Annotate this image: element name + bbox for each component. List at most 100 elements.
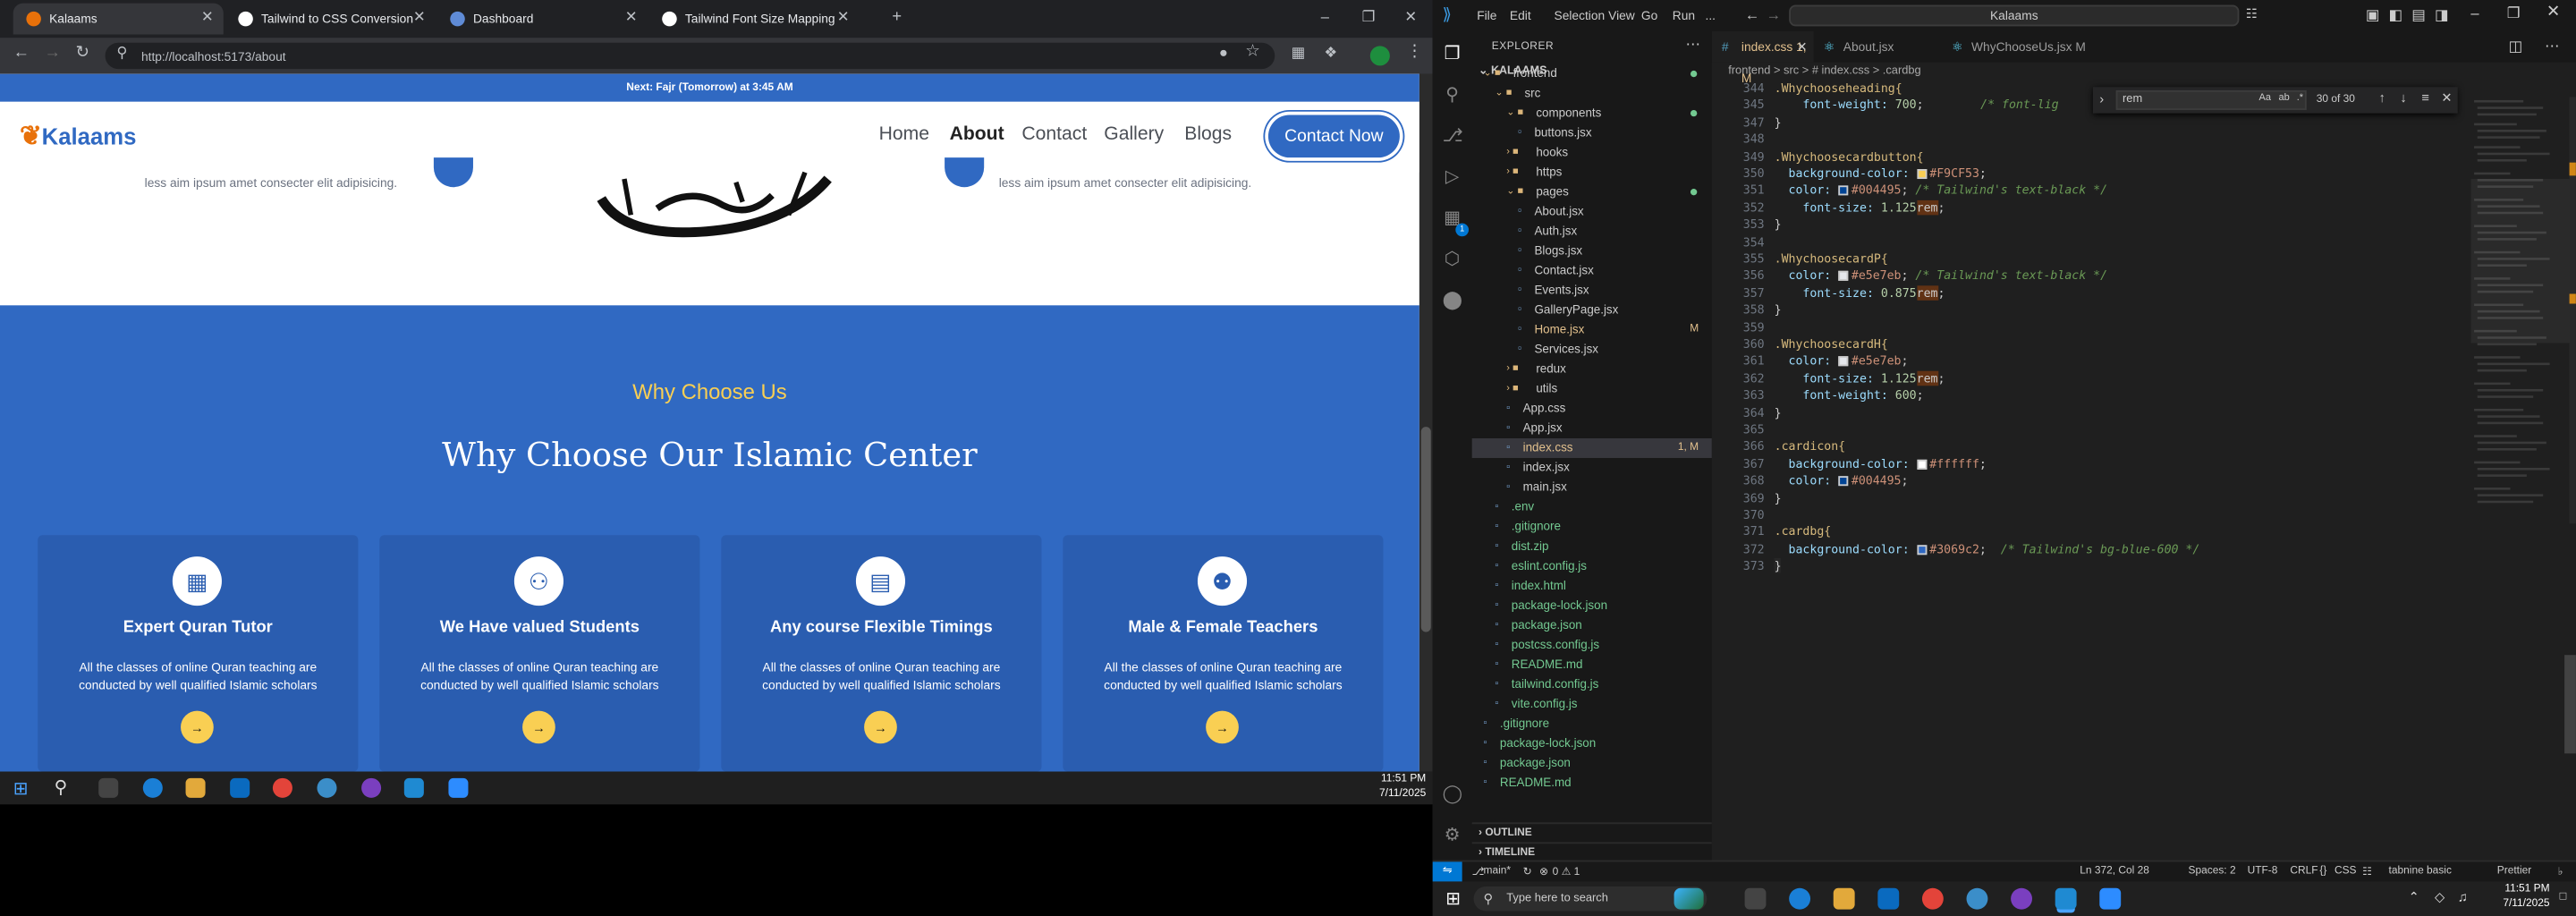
- tray-chevron-icon[interactable]: ⌃: [2409, 890, 2419, 905]
- tree-item[interactable]: ▫ App.jsx: [1472, 419, 1712, 438]
- github-icon[interactable]: [361, 777, 382, 798]
- color-swatch-icon[interactable]: [1838, 356, 1849, 367]
- taskbar-search-box[interactable]: ⚲ Type here to search: [1473, 886, 1707, 912]
- color-swatch-icon[interactable]: [1838, 271, 1849, 282]
- chrome-icon[interactable]: [1921, 887, 1944, 910]
- tree-item[interactable]: ▫ Auth.jsx: [1472, 222, 1712, 242]
- tree-item[interactable]: › ■ redux: [1472, 360, 1712, 379]
- file-explorer-icon[interactable]: [1833, 887, 1855, 910]
- tree-item[interactable]: ▫ package.json: [1472, 615, 1712, 635]
- toggle-replace-icon[interactable]: ›: [2099, 92, 2104, 107]
- notifications-bell-icon[interactable]: ♭: [2558, 865, 2563, 878]
- tree-item[interactable]: ▫ GalleryPage.jsx: [1472, 301, 1712, 320]
- tree-item[interactable]: ▫ package.json: [1472, 753, 1712, 773]
- chrome-icon[interactable]: [272, 777, 292, 798]
- edge-icon[interactable]: [1789, 887, 1811, 910]
- cursor-position[interactable]: Ln 372, Col 28: [2080, 865, 2149, 877]
- code-line[interactable]: background-color: #3069c2; /* Tailwind's…: [1775, 541, 2200, 556]
- prettier-status[interactable]: Prettier: [2497, 865, 2531, 877]
- close-icon[interactable]: ✕: [2546, 4, 2560, 21]
- menu-edit[interactable]: Edit: [1510, 8, 1531, 23]
- card-arrow-button[interactable]: →: [181, 710, 214, 744]
- tree-item[interactable]: ▫ README.md: [1472, 655, 1712, 674]
- tree-item[interactable]: ▫ App.css: [1472, 399, 1712, 419]
- browser-minimize-icon[interactable]: –: [1321, 8, 1329, 24]
- menu-run[interactable]: Run: [1673, 8, 1695, 23]
- minimap[interactable]: [2470, 97, 2576, 524]
- tree-item[interactable]: ▫ vite.config.js: [1472, 694, 1712, 714]
- sync-icon[interactable]: ↻: [1523, 865, 1532, 878]
- store-icon[interactable]: [230, 777, 250, 798]
- tree-item[interactable]: ▫ README.md: [1472, 773, 1712, 793]
- color-swatch-icon[interactable]: [1916, 459, 1927, 470]
- whole-word-icon[interactable]: ab: [2279, 94, 2290, 104]
- code-line[interactable]: color: #004495;: [1775, 473, 1909, 488]
- editor-more-icon[interactable]: ⋯: [2545, 38, 2560, 55]
- code-line[interactable]: }: [1774, 558, 1782, 573]
- menu-go[interactable]: Go: [1641, 8, 1657, 23]
- code-line[interactable]: }: [1775, 302, 1782, 318]
- toggle-sidebar-icon[interactable]: ◧: [2389, 6, 2403, 24]
- nav-contact[interactable]: Contact: [1021, 124, 1087, 144]
- tree-item[interactable]: ▫ main.jsx: [1472, 478, 1712, 497]
- previous-match-icon[interactable]: ↑: [2379, 90, 2385, 106]
- code-line[interactable]: font-weight: 700; /* font-lig: [1775, 98, 2058, 113]
- browser-tab[interactable]: Kalaams ✕: [13, 3, 224, 35]
- tree-item[interactable]: ▫ .gitignore: [1472, 517, 1712, 537]
- extensions-icon[interactable]: ❖: [1324, 45, 1337, 63]
- site-info-icon[interactable]: ⚲: [116, 45, 127, 63]
- tree-item[interactable]: ⌄ ■ components: [1472, 104, 1712, 123]
- next-match-icon[interactable]: ↓: [2400, 90, 2406, 106]
- tabnine-icon[interactable]: ⬤: [1443, 291, 1463, 310]
- tree-item[interactable]: ▫ tailwind.config.js: [1472, 674, 1712, 694]
- toggle-secondary-icon[interactable]: ◨: [2435, 6, 2449, 24]
- tree-item[interactable]: ▫ index.html: [1472, 576, 1712, 596]
- code-line[interactable]: }: [1775, 405, 1782, 420]
- tree-item[interactable]: ▫ About.jsx: [1472, 202, 1712, 222]
- find-input[interactable]: rem Aa ab .*: [2115, 89, 2307, 110]
- layout-icon[interactable]: ▣: [2366, 6, 2380, 24]
- app-icon[interactable]: [1966, 887, 1988, 910]
- page-scrollbar[interactable]: [1419, 73, 1433, 772]
- back-icon[interactable]: ←: [13, 45, 30, 63]
- forward-icon[interactable]: →: [45, 45, 61, 63]
- tree-item[interactable]: ▫ .gitignore: [1472, 714, 1712, 734]
- tree-item[interactable]: ⌄ ■ src: [1472, 84, 1712, 104]
- tab-close-icon[interactable]: ✕: [625, 8, 638, 26]
- location-icon[interactable]: ●: [1219, 45, 1228, 61]
- browser-maximize-icon[interactable]: ❐: [1362, 8, 1376, 26]
- tree-item[interactable]: › ■ hooks: [1472, 143, 1712, 163]
- remote-explorer-icon[interactable]: ⬡: [1443, 250, 1462, 269]
- tree-item[interactable]: ⌄ ■ pages: [1472, 182, 1712, 202]
- code-line[interactable]: color: #004495; /* Tailwind's text-black…: [1775, 182, 2108, 198]
- card-arrow-button[interactable]: →: [522, 710, 555, 744]
- new-tab-icon[interactable]: +: [892, 8, 902, 26]
- timeline-section[interactable]: › TIMELINE: [1471, 842, 1712, 861]
- command-center[interactable]: Kalaams: [1789, 4, 2240, 27]
- contact-now-button[interactable]: Contact Now: [1267, 114, 1400, 158]
- nav-about[interactable]: About: [950, 124, 1004, 144]
- task-view-icon[interactable]: [1744, 887, 1767, 910]
- code-line[interactable]: font-size: 1.125rem;: [1775, 370, 1945, 386]
- editor-tab[interactable]: ⚛ About.jsx: [1814, 31, 1942, 63]
- tree-item[interactable]: ▫ dist.zip: [1472, 537, 1712, 556]
- regex-icon[interactable]: .*: [2297, 94, 2303, 104]
- language-mode[interactable]: CSS: [2334, 865, 2357, 877]
- vscode-icon[interactable]: [2055, 887, 2077, 910]
- edge-icon[interactable]: [142, 777, 163, 798]
- code-line[interactable]: font-weight: 600;: [1775, 387, 1923, 403]
- browser-close-icon[interactable]: ✕: [1404, 8, 1417, 26]
- maximize-icon[interactable]: ❐: [2507, 5, 2521, 23]
- remote-indicator-icon[interactable]: ⇋: [1432, 861, 1462, 882]
- search-icon[interactable]: ⚲: [1443, 85, 1462, 105]
- notification-icon[interactable]: □: [2560, 891, 2567, 903]
- explorer-icon[interactable]: ❐: [1443, 45, 1462, 64]
- tabnine-status[interactable]: tabnine basic: [2389, 865, 2452, 877]
- indentation[interactable]: Spaces: 2: [2188, 865, 2235, 877]
- run-debug-icon[interactable]: ▷: [1443, 167, 1462, 187]
- menu-view[interactable]: View: [1608, 8, 1635, 23]
- tree-item[interactable]: ▫ buttons.jsx: [1472, 123, 1712, 143]
- nav-blogs[interactable]: Blogs: [1184, 124, 1232, 144]
- menu-icon[interactable]: ⋮: [1406, 43, 1422, 61]
- tree-item[interactable]: ▫ postcss.config.js: [1472, 635, 1712, 655]
